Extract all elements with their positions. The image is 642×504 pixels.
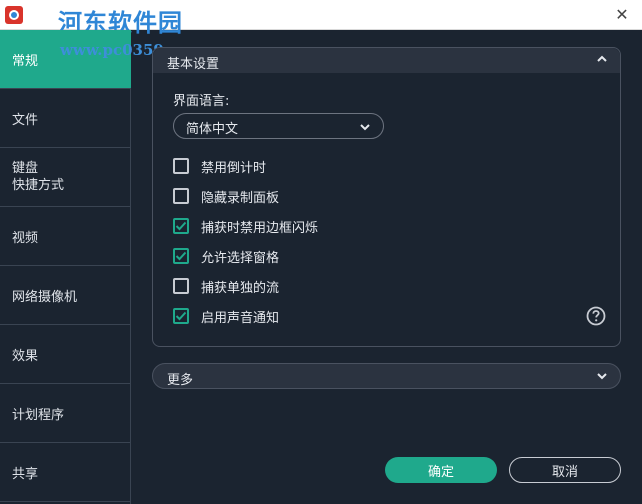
option-label: 捕获单独的流 bbox=[201, 280, 280, 296]
ok-button[interactable]: 确定 bbox=[385, 457, 497, 483]
basic-settings-panel: 基本设置 界面语言: 简体中文 禁用倒计时 隐藏录制面板 捕获时禁用边框闪烁 允… bbox=[152, 47, 621, 347]
chevron-up-icon bbox=[597, 55, 607, 62]
sidebar-item-label: 效果 bbox=[12, 348, 39, 364]
option-enable-sound-notification[interactable]: 启用声音通知 bbox=[173, 307, 280, 326]
basic-settings-header[interactable]: 基本设置 bbox=[153, 48, 620, 73]
close-icon[interactable]: ✕ bbox=[612, 5, 632, 25]
app-logo-icon bbox=[4, 5, 24, 25]
sidebar-item-label-line1: 键盘 bbox=[12, 161, 39, 176]
option-label: 隐藏录制面板 bbox=[201, 190, 280, 206]
sidebar-item-keyboard-shortcuts[interactable]: 键盘 快捷方式 bbox=[0, 148, 131, 207]
chevron-down-icon bbox=[360, 124, 370, 131]
option-label: 启用声音通知 bbox=[201, 310, 280, 326]
option-hide-recording-panel[interactable]: 隐藏录制面板 bbox=[173, 187, 280, 206]
panel-title: 基本设置 bbox=[167, 57, 220, 72]
sidebar-item-effects[interactable]: 效果 bbox=[0, 325, 131, 384]
chevron-down-icon bbox=[597, 373, 607, 380]
checkbox-checked[interactable] bbox=[173, 248, 189, 264]
language-label: 界面语言: bbox=[173, 94, 230, 109]
checkbox-checked[interactable] bbox=[173, 308, 189, 324]
sidebar-item-label: 计划程序 bbox=[12, 407, 65, 423]
sidebar-item-label: 网络摄像机 bbox=[12, 289, 78, 305]
sidebar-item-label: 共享 bbox=[12, 466, 39, 482]
option-capture-separate-streams[interactable]: 捕获单独的流 bbox=[173, 277, 280, 296]
sidebar-item-webcam[interactable]: 网络摄像机 bbox=[0, 266, 131, 325]
sidebar-item-label: 常规 bbox=[12, 53, 39, 69]
option-allow-pane-selection[interactable]: 允许选择窗格 bbox=[173, 247, 280, 266]
language-select[interactable]: 简体中文 bbox=[173, 113, 384, 139]
option-label: 捕获时禁用边框闪烁 bbox=[201, 220, 319, 236]
check-icon bbox=[175, 311, 187, 321]
check-icon bbox=[175, 221, 187, 231]
language-select-value: 简体中文 bbox=[186, 122, 239, 137]
sidebar-item-label: 视频 bbox=[12, 230, 39, 246]
sidebar-item-scheduler[interactable]: 计划程序 bbox=[0, 384, 131, 443]
option-disable-countdown[interactable]: 禁用倒计时 bbox=[173, 157, 267, 176]
option-label: 允许选择窗格 bbox=[201, 250, 280, 266]
more-settings-toggle[interactable]: 更多 bbox=[152, 363, 621, 389]
sidebar-item-general[interactable]: 常规 bbox=[0, 30, 131, 89]
sidebar-item-label: 键盘 快捷方式 bbox=[12, 160, 64, 194]
sidebar-item-label: 文件 bbox=[12, 112, 39, 128]
check-icon bbox=[175, 251, 187, 261]
option-disable-border-flash[interactable]: 捕获时禁用边框闪烁 bbox=[173, 217, 319, 236]
cancel-button[interactable]: 取消 bbox=[509, 457, 621, 483]
more-label: 更多 bbox=[167, 373, 194, 388]
sidebar-item-file[interactable]: 文件 bbox=[0, 89, 131, 148]
option-label: 禁用倒计时 bbox=[201, 160, 267, 176]
checkbox-checked[interactable] bbox=[173, 218, 189, 234]
checkbox[interactable] bbox=[173, 158, 189, 174]
sidebar-item-share[interactable]: 共享 bbox=[0, 443, 131, 502]
help-icon[interactable] bbox=[586, 306, 606, 326]
sidebar-item-video[interactable]: 视频 bbox=[0, 207, 131, 266]
checkbox[interactable] bbox=[173, 188, 189, 204]
checkbox[interactable] bbox=[173, 278, 189, 294]
settings-sidebar: 常规 文件 键盘 快捷方式 视频 网络摄像机 效果 计划程序 共享 bbox=[0, 30, 131, 504]
sidebar-item-label-line2: 快捷方式 bbox=[12, 178, 65, 193]
title-bar: 河东软件园 ✕ bbox=[0, 0, 642, 37]
